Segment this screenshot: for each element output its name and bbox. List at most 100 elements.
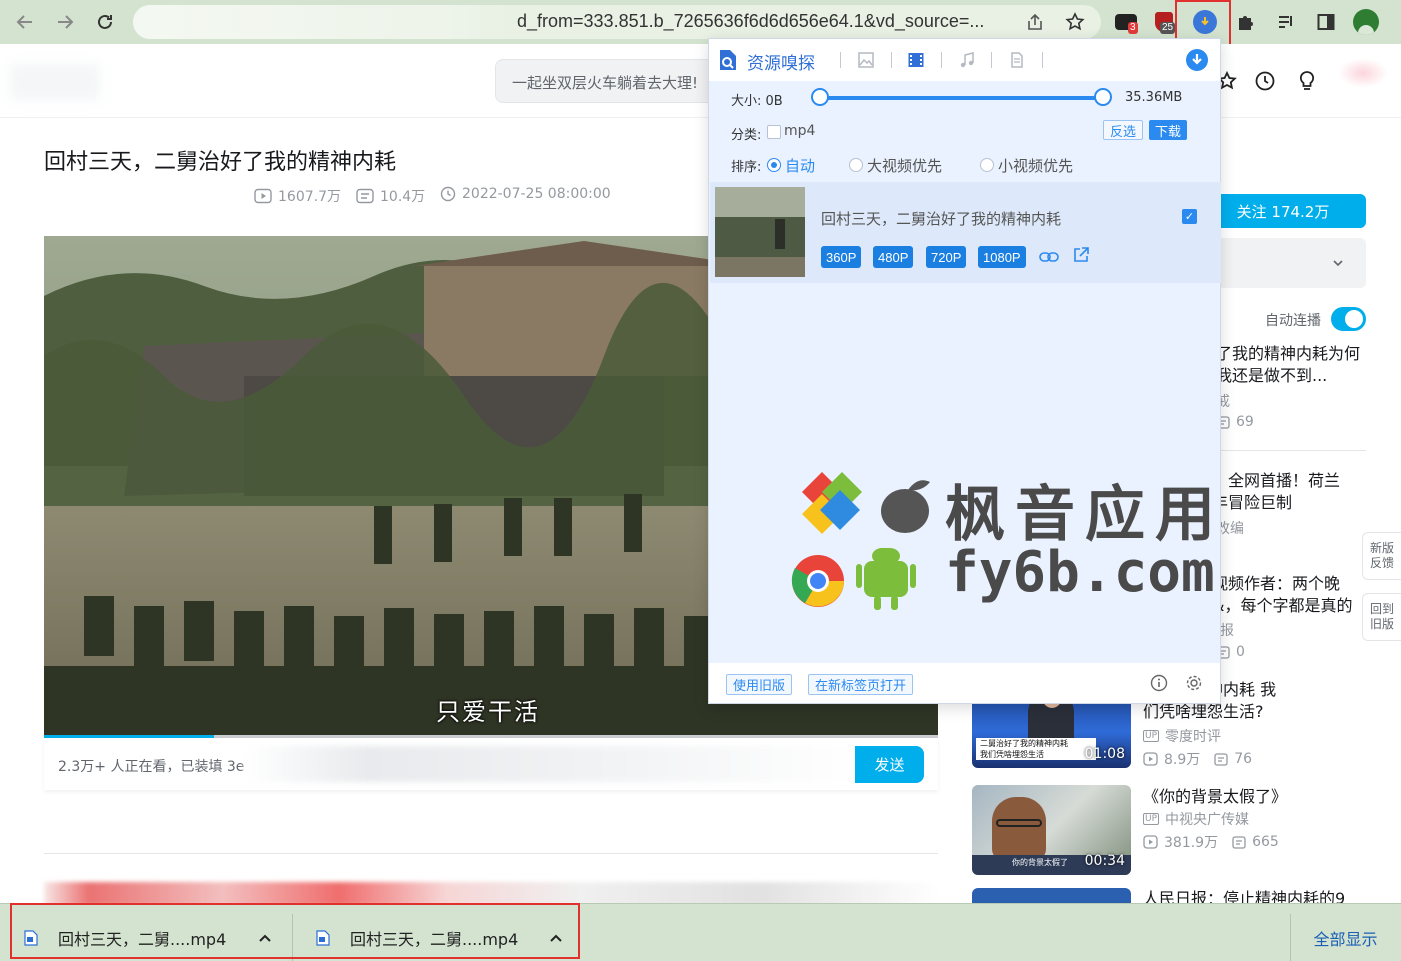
reload-button[interactable] [90, 7, 120, 37]
url-blur [133, 5, 513, 39]
search-input[interactable]: 一起坐双层火车躺着去大理! [495, 59, 725, 103]
publish-time-value: 2022-07-25 08:00:00 [462, 186, 611, 202]
download-item[interactable]: 回村三天，二舅....mp4 [316, 914, 578, 961]
sort-label: 排序: [731, 160, 762, 175]
glasses-shape [996, 819, 1042, 827]
invert-selection-button[interactable]: 反选 [1103, 120, 1144, 140]
resource-item[interactable]: 回村三天，二舅治好了我的精神内耗 ✓ 360P 480P 720P 1080P [710, 182, 1221, 283]
media-queue-icon[interactable] [1272, 8, 1300, 36]
feedback-tab[interactable]: 新版 反馈 [1362, 532, 1401, 580]
extension-gamepad-icon[interactable]: 3 [1112, 8, 1140, 36]
reload-icon [98, 14, 112, 29]
download-selected-button[interactable]: 下载 [1149, 120, 1188, 140]
video-subtitle: 只爱干活 [436, 698, 540, 726]
danmaku-icon [1214, 752, 1228, 766]
tab-all-resources[interactable]: 资源嗅探 [747, 49, 815, 74]
rec-title[interactable]: 视频作者：两个晚 &，每个字都是真的 [1212, 573, 1362, 617]
download-separator [292, 914, 293, 961]
send-danmaku-button[interactable]: 发送 [855, 746, 924, 783]
popup-tabs: 资源嗅探 [709, 39, 1220, 81]
rec-author-name: 中视央广传媒 [1165, 812, 1250, 828]
sort-small-first-label: 小视频优先 [998, 157, 1074, 175]
size-slider-max-handle[interactable] [1094, 88, 1112, 106]
danmaku-bar: 2.3万+ 人正在看，已装填 3e [44, 738, 938, 790]
sort-large-first-radio[interactable] [849, 158, 863, 172]
rec-stats: 381.9万 665 [1143, 832, 1279, 852]
video-film-icon[interactable] [906, 50, 926, 70]
divider [1200, 450, 1366, 451]
collection-dropdown[interactable] [1200, 238, 1366, 288]
use-old-version-button[interactable]: 使用旧版 [726, 674, 793, 695]
size-slider-min-handle[interactable] [811, 88, 829, 106]
extension-shield-icon[interactable]: 25 [1150, 8, 1178, 36]
view-count-value: 1607.7万 [278, 189, 341, 205]
puzzle-icon[interactable] [1232, 8, 1260, 36]
info-icon[interactable] [1149, 673, 1169, 693]
rec-stats: 8.9万 76 [1143, 749, 1252, 769]
quality-360p-button[interactable]: 360P [821, 246, 862, 268]
open-in-new-tab-button[interactable]: 在新标签页打开 [808, 674, 914, 695]
rec-thumbnail[interactable]: 你的背景太假了 00:34 [972, 785, 1131, 875]
danmaku-icon [1232, 835, 1246, 849]
category-mp4-checkbox[interactable] [767, 125, 781, 139]
bookmark-star-icon[interactable] [1061, 8, 1089, 36]
size-slider-track[interactable] [820, 96, 1104, 100]
settings-gear-icon[interactable] [1184, 673, 1204, 693]
sort-auto-radio[interactable] [767, 158, 781, 172]
resource-thumbnail [715, 187, 805, 277]
autoplay-toggle[interactable] [1331, 307, 1366, 331]
view-count: 1607.7万 [254, 186, 341, 206]
copy-link-icon[interactable] [1039, 247, 1059, 267]
quality-720p-button[interactable]: 720P [926, 246, 967, 268]
address-bar[interactable]: d_from=333.851.b_7265636f6d6d656e64.1&vd… [133, 5, 1101, 39]
resource-checkbox[interactable]: ✓ [1182, 209, 1197, 224]
rec-author-name: 零度时评 [1165, 729, 1222, 745]
rec-thumbnail[interactable] [972, 888, 1131, 903]
danmaku-count: 10.4万 [356, 186, 425, 206]
watermark-logos-icon [791, 472, 930, 610]
tab-separator [1042, 52, 1043, 68]
up-badge-icon: UP [1143, 813, 1160, 825]
forward-button[interactable] [50, 7, 80, 37]
open-external-icon[interactable] [1071, 245, 1091, 265]
quality-480p-button[interactable]: 480P [873, 246, 914, 268]
play-count-icon [254, 188, 272, 204]
rec-title[interactable]: 了我的精神内耗为何 我还是做不到... [1216, 343, 1366, 387]
quality-1080p-button[interactable]: 1080P [978, 246, 1026, 268]
file-icon [24, 930, 38, 946]
danmaku-input[interactable] [244, 746, 864, 782]
rec-stats: 69 [1216, 414, 1254, 430]
side-panel-icon[interactable] [1312, 8, 1340, 36]
document-icon[interactable] [1007, 50, 1027, 70]
creation-bulb-icon[interactable] [1294, 68, 1320, 94]
back-button[interactable] [10, 7, 40, 37]
download-circle-icon[interactable] [1185, 48, 1209, 72]
play-count-icon [1143, 835, 1158, 849]
sort-small-first-radio[interactable] [980, 158, 994, 172]
autoplay-label: 自动连播 [1265, 313, 1321, 329]
chevron-up-icon [259, 934, 271, 942]
publish-time: 2022-07-25 08:00:00 [440, 186, 611, 202]
rec-title[interactable]: 人民日报：停止精神内耗的9 [1143, 888, 1373, 903]
ext-badge: 3 [1128, 22, 1138, 34]
search-placeholder: 一起坐双层火车躺着去大理! [512, 74, 699, 92]
music-note-icon[interactable] [957, 50, 977, 70]
danmaku-icon [356, 188, 374, 204]
sort-auto-label: 自动 [785, 157, 816, 175]
resource-sniffer-extension-icon[interactable] [1191, 8, 1219, 36]
rec-danmaku: 69 [1236, 414, 1254, 430]
person-figure [992, 797, 1046, 861]
show-all-downloads-link[interactable]: 全部显示 [1290, 914, 1400, 961]
history-clock-icon[interactable] [1252, 68, 1278, 94]
profile-avatar-icon[interactable] [1352, 8, 1380, 36]
download-item[interactable]: 回村三天，二舅....mp4 [24, 914, 286, 961]
share-icon[interactable] [1021, 8, 1049, 36]
tab-separator [941, 52, 942, 68]
rec-author: 报 [1220, 620, 1234, 640]
image-icon[interactable] [856, 50, 876, 70]
rec-title[interactable]: 》全网首播！荷兰 丰冒险巨制 [1212, 470, 1362, 514]
rec-title[interactable]: 《你的背景太假了》 [1143, 786, 1363, 808]
follow-button[interactable]: 关注 174.2万 [1200, 194, 1366, 228]
old-version-tab[interactable]: 回到 旧版 [1362, 593, 1401, 641]
danmaku-count-value: 10.4万 [380, 189, 426, 205]
